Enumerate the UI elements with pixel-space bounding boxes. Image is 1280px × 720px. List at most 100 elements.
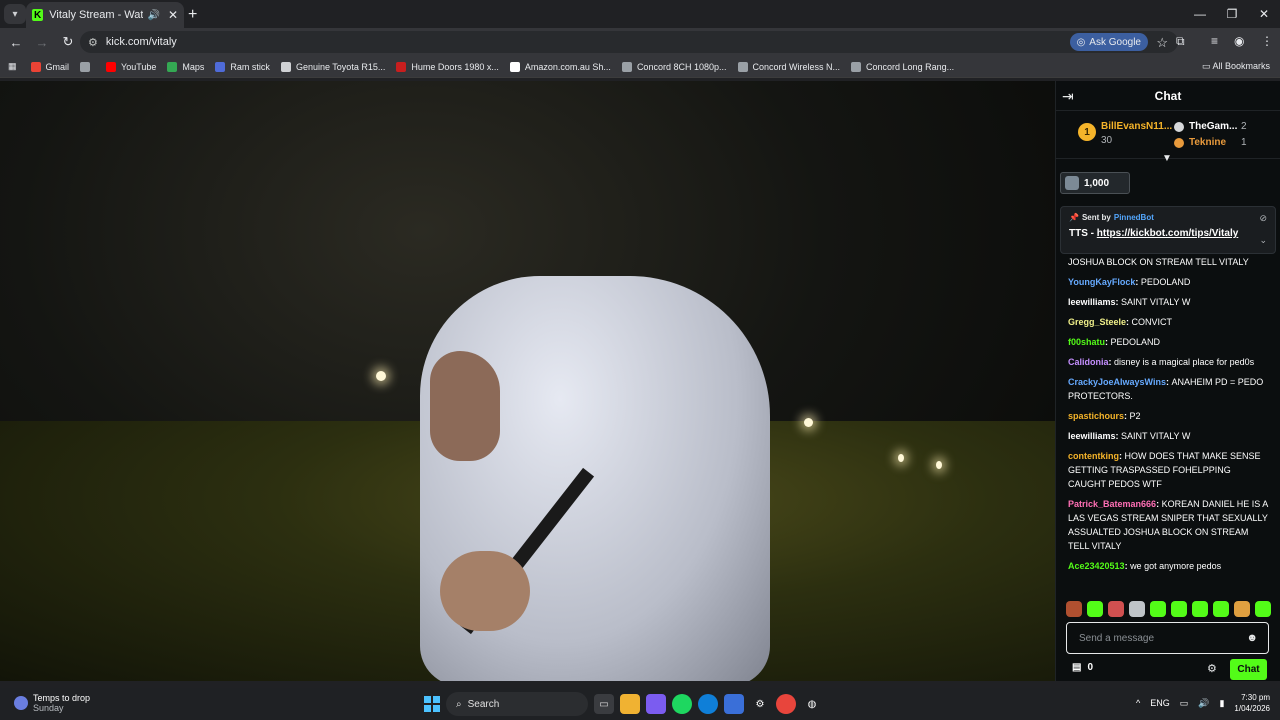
bookmark-item[interactable]: Ram stick [215,61,270,72]
unpin-icon[interactable]: ⊘ [1259,213,1267,224]
chat-message[interactable]: f00shatu: PEDOLAND [1068,335,1271,349]
bookmark-item[interactable]: Genuine Toyota R15... [280,61,385,72]
back-icon[interactable]: ← [4,30,28,54]
chat-input-box[interactable]: ☻ [1066,622,1269,654]
chat-message[interactable]: leewilliams: SAINT VITALY W [1068,295,1271,309]
chat-username[interactable]: leewilliams [1068,431,1116,441]
minimize-icon[interactable]: — [1184,0,1216,28]
network-icon[interactable]: ▭ [1180,698,1189,709]
emote[interactable] [1087,601,1103,617]
app-icon[interactable]: ◍ [802,694,822,714]
gift-pill[interactable]: 1,000 [1060,172,1130,194]
close-window-icon[interactable]: ✕ [1248,0,1280,28]
file-explorer-icon[interactable] [620,694,640,714]
chat-message[interactable]: spastichours: P2 [1068,409,1271,423]
bookmark-favicon-icon [737,61,748,72]
chrome-icon[interactable] [776,694,796,714]
tab-search-button[interactable]: ▾ [4,4,26,24]
chat-message[interactable]: Ace23420513: we got anymore pedos [1068,559,1271,573]
emote[interactable] [1150,601,1166,617]
forward-icon[interactable]: → [30,30,54,54]
weather-widget[interactable]: Temps to drop Sunday [14,693,90,713]
chat-username[interactable]: Calidonia [1068,357,1109,367]
emoji-picker-icon[interactable]: ☻ [1246,632,1258,644]
browser-tab[interactable]: K Vitaly Stream - Watch Live o 🔊 ✕ [26,2,184,28]
windows-start-icon[interactable] [424,696,440,712]
send-chat-button[interactable]: Chat [1230,659,1267,680]
emote[interactable] [1108,601,1124,617]
chat-message[interactable]: CrackyJoeAlwaysWins: ANAHEIM PD = PEDO P… [1068,375,1271,403]
task-view-icon[interactable]: ▭ [594,694,614,714]
language-indicator[interactable]: ENG [1150,698,1170,708]
bookmark-item[interactable]: Gmail [30,61,69,72]
chat-message[interactable]: Gregg_Steele: CONVICT [1068,315,1271,329]
chat-message[interactable]: contentking: HOW DOES THAT MAKE SENSE GE… [1068,449,1271,491]
collapse-chat-icon[interactable]: ⇥ [1062,88,1074,105]
pinned-message[interactable]: 📌 Sent by PinnedBot TTS - https://kickbo… [1060,206,1276,254]
copilot-icon[interactable] [646,694,666,714]
chat-username[interactable]: Ace23420513 [1068,561,1125,571]
chat-message[interactable]: Patrick_Bateman666: KOREAN DANIEL HE IS … [1068,497,1271,553]
chat-username[interactable]: Gregg_Steele [1068,317,1126,327]
chat-message[interactable]: YoungKayFlock: PEDOLAND [1068,275,1271,289]
battery-icon[interactable]: ▮ [1219,698,1224,709]
chat-username[interactable]: f00shatu [1068,337,1105,347]
chat-message[interactable]: leewilliams: SAINT VITALY W [1068,429,1271,443]
bookmark-item[interactable]: Hume Doors 1980 x... [396,61,499,72]
bookmark-item[interactable] [80,61,95,72]
emote[interactable] [1129,601,1145,617]
chat-message[interactable]: Calidonia: disney is a magical place for… [1068,355,1271,369]
all-bookmarks-button[interactable]: ▭ All Bookmarks [1202,61,1270,72]
ask-google-button[interactable]: ◎ Ask Google [1069,33,1148,51]
emote[interactable] [1234,601,1250,617]
chevron-down-icon[interactable]: ⌄ [1259,235,1267,246]
new-tab-button[interactable]: + [188,6,197,24]
emote[interactable] [1255,601,1271,617]
chat-username[interactable]: CrackyJoeAlwaysWins [1068,377,1166,387]
chat-username[interactable]: YoungKayFlock [1068,277,1135,287]
taskbar-search[interactable]: ⌕ Search [446,692,588,716]
chat-username[interactable]: leewilliams [1068,297,1116,307]
chat-text: JOSHUA BLOCK ON STREAM TELL VITALY [1068,257,1249,267]
emote[interactable] [1171,601,1187,617]
chat-settings-icon[interactable]: ⚙ [1207,662,1217,675]
audio-playing-icon[interactable]: 🔊 [147,10,159,21]
reload-icon[interactable]: ↻ [56,30,80,54]
close-tab-icon[interactable]: ✕ [168,8,178,22]
apps-grid-icon[interactable]: ▦ [8,61,17,72]
bookmark-item[interactable]: Amazon.com.au Sh... [509,61,611,72]
profile-avatar-icon[interactable]: ◉ [1234,34,1244,48]
kicks-balance[interactable]: ▤ 0 [1072,662,1093,673]
gift-leaderboard[interactable]: 1 BillEvansN11... 30 TheGam... 2 Teknine… [1056,111,1280,164]
settings-icon[interactable]: ⚙ [750,694,770,714]
bookmark-item[interactable]: Concord 8CH 1080p... [621,61,727,72]
emote[interactable] [1213,601,1229,617]
site-info-icon[interactable]: ⚙ [88,36,98,49]
bookmark-item[interactable]: YouTube [106,61,156,72]
tts-link[interactable]: https://kickbot.com/tips/Vitaly [1097,228,1239,239]
emote[interactable] [1066,601,1082,617]
store-icon[interactable] [724,694,744,714]
chat-message-input[interactable] [1079,632,1239,644]
chat-message[interactable]: JOSHUA BLOCK ON STREAM TELL VITALY [1068,255,1271,269]
bookmark-star-icon[interactable]: ☆ [1156,35,1168,51]
spotify-icon[interactable] [672,694,692,714]
bookmark-item[interactable]: Maps [167,61,204,72]
edge-icon[interactable] [698,694,718,714]
bookmark-item[interactable]: Concord Wireless N... [737,61,840,72]
chat-username[interactable]: contentking [1068,451,1119,461]
video-player[interactable] [0,81,1055,681]
media-controls-icon[interactable]: ≡ [1211,34,1218,48]
extensions-icon[interactable]: ⧉ [1176,34,1185,49]
address-bar[interactable]: ⚙ kick.com/vitaly ◎ Ask Google ☆ [80,31,1178,53]
menu-icon[interactable]: ⋮ [1261,34,1273,48]
tray-overflow-icon[interactable]: ^ [1136,698,1140,708]
volume-icon[interactable]: 🔊 [1198,698,1209,709]
bookmark-item[interactable]: Concord Long Rang... [851,61,954,72]
expand-leaderboard-icon[interactable]: ▼ [1162,153,1172,164]
chat-username[interactable]: Patrick_Bateman666 [1068,499,1156,509]
emote[interactable] [1192,601,1208,617]
system-clock[interactable]: 7:30 pm 1/04/2026 [1234,692,1270,714]
restore-icon[interactable]: ❐ [1216,0,1248,28]
chat-username[interactable]: spastichours [1068,411,1124,421]
